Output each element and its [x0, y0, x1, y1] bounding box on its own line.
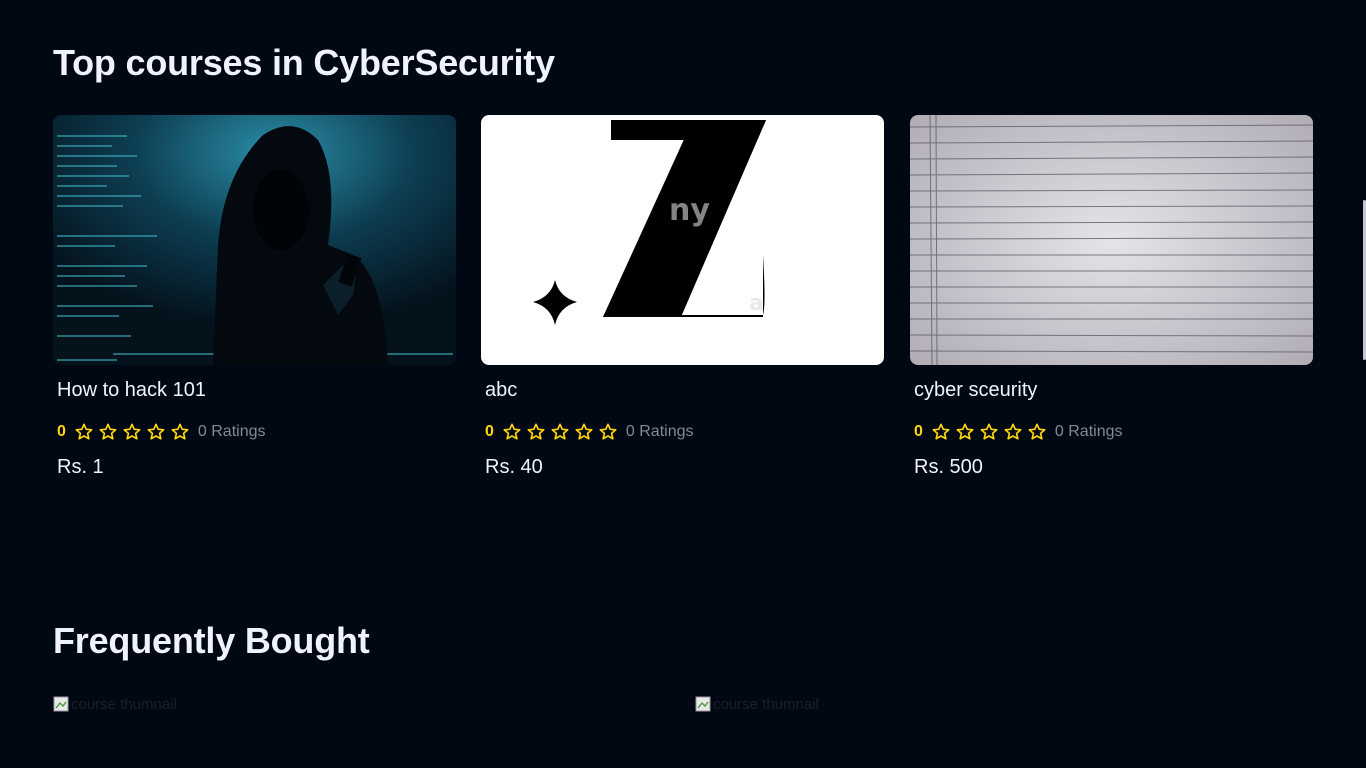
lined-paper-image	[910, 115, 1313, 365]
course-thumbnail[interactable]: ny a	[481, 115, 884, 365]
star-outline-icon	[931, 422, 951, 442]
star-outline-icon	[979, 422, 999, 442]
star-outline-icon	[98, 422, 118, 442]
star-outline-icon	[598, 422, 618, 442]
rating-count: 0 Ratings	[197, 423, 266, 440]
image-alt-text: course thumnail	[713, 695, 819, 713]
course-card[interactable]: How to hack 101 0 0 Ratings Rs. 1	[53, 115, 456, 479]
course-thumbnail-broken[interactable]: course thumnail	[695, 694, 819, 714]
star-rating	[931, 422, 1047, 442]
star-outline-icon	[574, 422, 594, 442]
broken-image-icon	[695, 696, 711, 712]
top-courses-list: How to hack 101 0 0 Ratings Rs. 1 ny a a…	[53, 115, 1313, 495]
course-price: Rs. 500	[914, 456, 983, 478]
image-alt-text: course thumnail	[71, 695, 177, 713]
rating-value: 0	[485, 423, 494, 440]
svg-text:ny: ny	[669, 193, 710, 228]
rating-value: 0	[914, 423, 923, 440]
hooded-hacker-image	[53, 115, 456, 365]
course-title[interactable]: abc	[481, 379, 884, 402]
star-rating	[74, 422, 190, 442]
rating-row: 0 0 Ratings	[53, 422, 456, 442]
course-card[interactable]: cyber sceurity 0 0 Ratings Rs. 500	[910, 115, 1313, 479]
rating-row: 0 0 Ratings	[481, 422, 884, 442]
frequently-bought-heading: Frequently Bought	[53, 620, 370, 661]
star-outline-icon	[170, 422, 190, 442]
course-thumbnail[interactable]	[910, 115, 1313, 365]
course-thumbnail-broken[interactable]: course thumnail	[53, 694, 177, 714]
course-card[interactable]: ny a abc 0 0 Ratings Rs. 40	[481, 115, 884, 479]
star-outline-icon	[955, 422, 975, 442]
top-courses-heading: Top courses in CyberSecurity	[53, 42, 555, 83]
course-thumbnail[interactable]	[53, 115, 456, 365]
course-title[interactable]: How to hack 101	[53, 379, 456, 402]
star-outline-icon	[1027, 422, 1047, 442]
rating-value: 0	[57, 423, 66, 440]
rating-count: 0 Ratings	[1054, 423, 1123, 440]
star-outline-icon	[122, 422, 142, 442]
course-price: Rs. 40	[485, 456, 543, 478]
course-title[interactable]: cyber sceurity	[910, 379, 1313, 402]
star-outline-icon	[526, 422, 546, 442]
z-logo-image: ny a	[481, 115, 884, 365]
course-price: Rs. 1	[57, 456, 104, 478]
star-outline-icon	[502, 422, 522, 442]
star-rating	[502, 422, 618, 442]
star-outline-icon	[550, 422, 570, 442]
broken-image-icon	[53, 696, 69, 712]
star-outline-icon	[1003, 422, 1023, 442]
star-outline-icon	[74, 422, 94, 442]
rating-count: 0 Ratings	[625, 423, 694, 440]
star-outline-icon	[146, 422, 166, 442]
svg-text:a: a	[749, 291, 764, 316]
rating-row: 0 0 Ratings	[910, 422, 1313, 442]
